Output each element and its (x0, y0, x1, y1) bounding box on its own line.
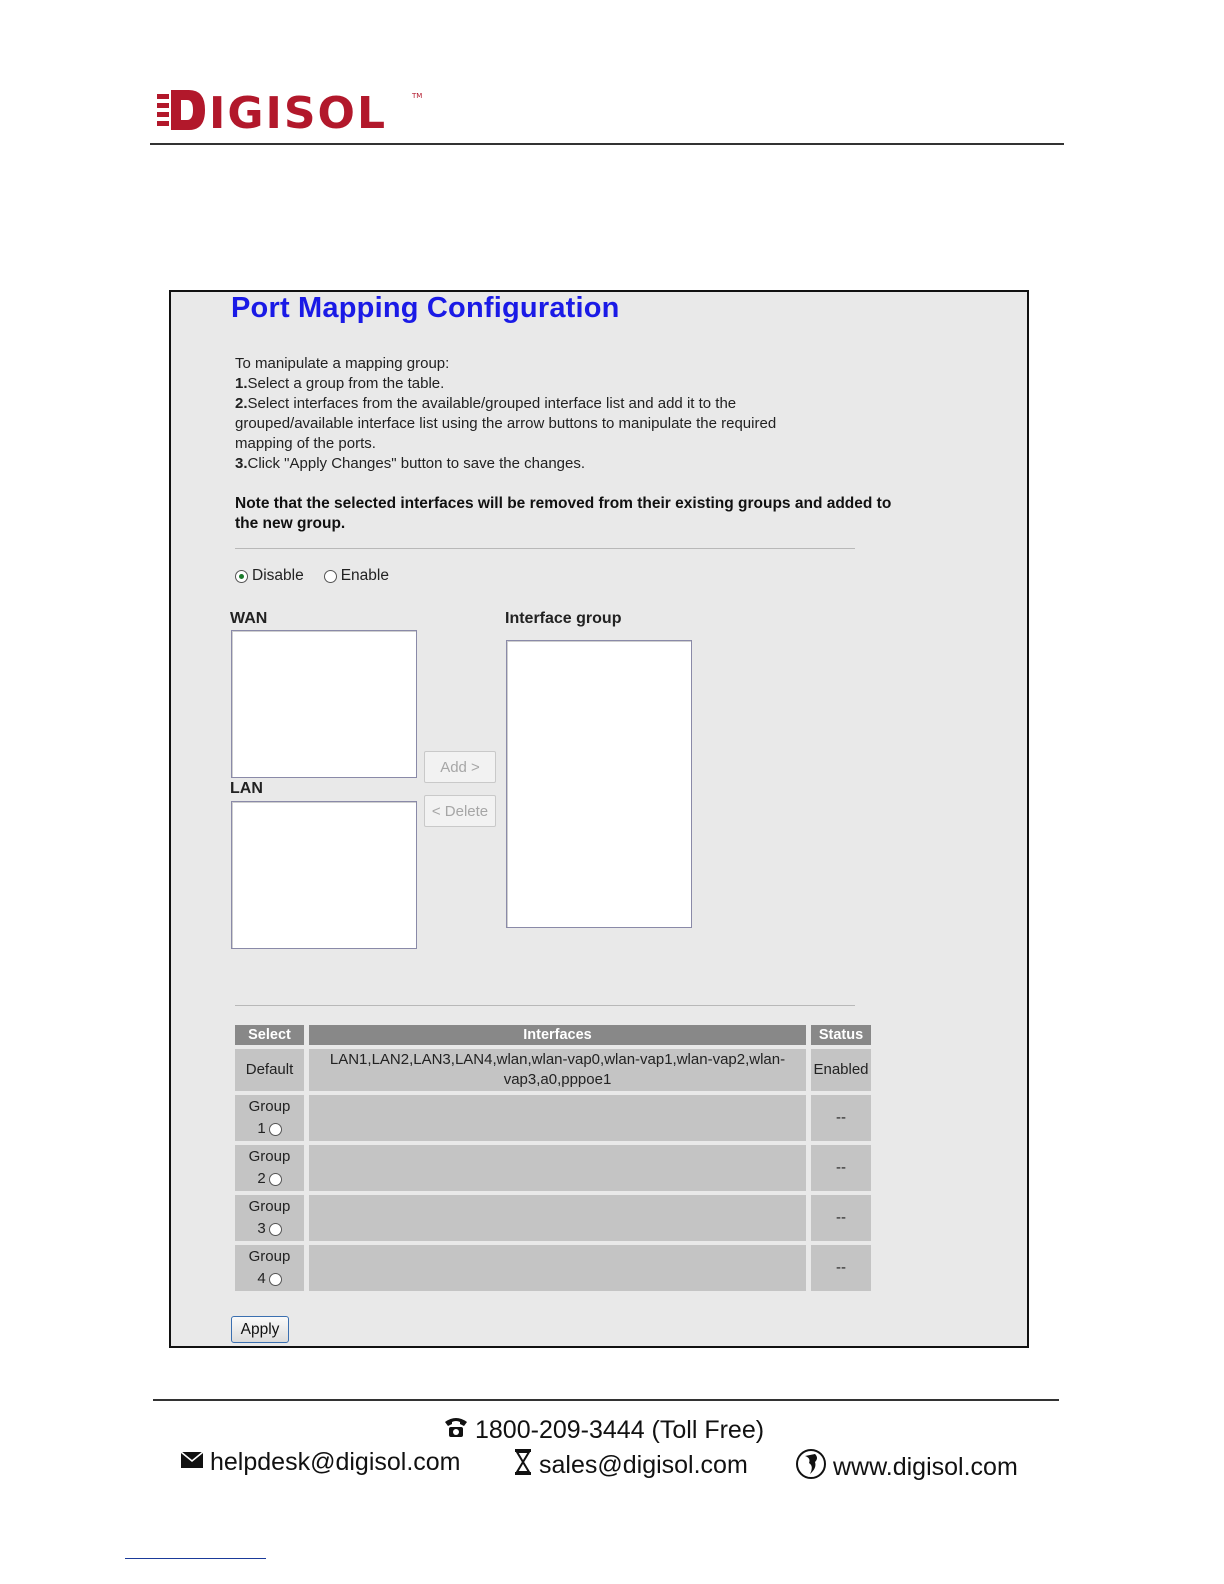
phone-number: 1800-209-3444 (Toll Free) (475, 1416, 765, 1444)
table-row-group-2-interfaces (309, 1145, 806, 1191)
globe-icon (795, 1448, 827, 1487)
lan-label: LAN (230, 780, 263, 797)
group-3-radio[interactable] (268, 1222, 282, 1236)
table-row-group-2-status: -- (811, 1145, 871, 1191)
mode-radio-group: Disable Enable (235, 567, 409, 585)
table-row-default-interfaces: LAN1,LAN2,LAN3,LAN4,wlan,wlan-vap0,wlan-… (309, 1049, 806, 1091)
website-contact: www.digisol.com (795, 1448, 1018, 1487)
disable-radio-label: Disable (252, 567, 304, 584)
header-divider (150, 143, 1064, 145)
instructions: To manipulate a mapping group: 1.Select … (235, 354, 875, 474)
group-table: Select Interfaces Status Default LAN1,LA… (235, 1025, 871, 1295)
step-3: 3.Click "Apply Changes" button to save t… (235, 455, 586, 472)
step-1: 1.Select a group from the table. (235, 375, 445, 392)
svg-text:TM: TM (411, 92, 422, 100)
group-2-radio[interactable] (268, 1172, 282, 1186)
column-header-select: Select (235, 1025, 304, 1045)
step-2: 2.Select interfaces from the available/g… (235, 395, 777, 452)
helpdesk-email[interactable]: helpdesk@digisol.com (210, 1448, 461, 1477)
digisol-logo: IGISOL TM (157, 88, 427, 136)
divider (235, 1005, 855, 1006)
table-row-group-3-status: -- (811, 1195, 871, 1241)
page-underline (125, 1558, 266, 1559)
apply-button[interactable]: Apply (231, 1316, 289, 1343)
table-row-group-1-status: -- (811, 1095, 871, 1141)
column-header-interfaces: Interfaces (309, 1025, 806, 1045)
column-header-status: Status (811, 1025, 871, 1045)
table-row-group-1-select: Group 1 (235, 1095, 304, 1141)
intro-text: To manipulate a mapping group: (235, 355, 450, 372)
website-url[interactable]: www.digisol.com (833, 1453, 1018, 1482)
table-row-group-3-select: Group 3 (235, 1195, 304, 1241)
table-row-default-select: Default (235, 1049, 304, 1091)
svg-text:IGISOL: IGISOL (209, 88, 387, 136)
helpdesk-contact: helpdesk@digisol.com (180, 1448, 461, 1477)
enable-radio-label: Enable (340, 567, 389, 584)
note-text: Note that the selected interfaces will b… (235, 495, 892, 532)
sales-email[interactable]: sales@digisol.com (539, 1451, 748, 1480)
delete-button[interactable]: < Delete (424, 795, 496, 827)
wan-label: WAN (230, 610, 268, 627)
sales-contact: sales@digisol.com (513, 1448, 748, 1483)
group-1-radio[interactable] (268, 1122, 282, 1136)
table-row-group-4-status: -- (811, 1245, 871, 1291)
enable-radio[interactable] (323, 569, 337, 583)
group-4-radio[interactable] (268, 1272, 282, 1286)
interface-group-label: Interface group (505, 610, 622, 627)
table-row-default-status: Enabled (811, 1049, 871, 1091)
port-mapping-panel: Port Mapping Configuration To manipulate… (169, 290, 1029, 1348)
hourglass-icon (513, 1448, 533, 1483)
phone-icon (443, 1416, 469, 1445)
add-button[interactable]: Add > (424, 751, 496, 783)
disable-radio[interactable] (235, 569, 248, 583)
envelope-icon (180, 1448, 204, 1477)
lan-listbox[interactable] (231, 801, 417, 949)
table-row-group-1-interfaces (309, 1095, 806, 1141)
table-row-group-4-select: Group 4 (235, 1245, 304, 1291)
digisol-logo-mark: IGISOL TM (157, 88, 422, 136)
interface-group-listbox[interactable] (506, 640, 692, 928)
divider (235, 548, 855, 549)
table-row-group-4-interfaces (309, 1245, 806, 1291)
table-row-group-2-select: Group 2 (235, 1145, 304, 1191)
table-row-group-3-interfaces (309, 1195, 806, 1241)
page-title: Port Mapping Configuration (231, 292, 620, 324)
phone-contact: 1800-209-3444 (Toll Free) (443, 1416, 764, 1445)
wan-listbox[interactable] (231, 630, 417, 778)
footer-divider (153, 1399, 1059, 1401)
